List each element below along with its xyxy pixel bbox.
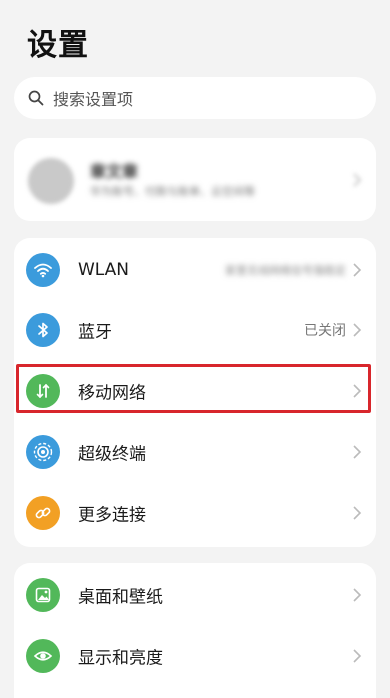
account-subtitle: 华为账号、付款与账单、云空间等 xyxy=(90,185,255,198)
avatar xyxy=(28,158,74,204)
search-bar[interactable]: 搜索设置项 xyxy=(14,77,376,119)
display-card: 桌面和壁纸 显示和亮度 xyxy=(14,563,376,698)
settings-row-label: 桌面和壁纸 xyxy=(78,587,163,608)
settings-row-wallpaper[interactable]: 桌面和壁纸 xyxy=(14,565,376,625)
settings-row-label: 显示和亮度 xyxy=(78,648,163,669)
search-placeholder: 搜索设置项 xyxy=(53,90,134,109)
settings-screen: 设置 搜索设置项 章文章 华为账号、付款与账单、云空间等 WLAN 家里无线网络… xyxy=(0,0,390,698)
settings-row-more-connections[interactable]: 更多连接 xyxy=(14,483,376,543)
settings-row-label: 移动网络 xyxy=(78,383,146,404)
account-card[interactable]: 章文章 华为账号、付款与账单、云空间等 xyxy=(14,138,376,221)
page-title: 设置 xyxy=(27,28,89,63)
eye-icon xyxy=(26,639,60,673)
chevron-right-icon xyxy=(353,173,362,187)
chevron-right-icon xyxy=(353,323,362,337)
settings-row-super-device[interactable]: 超级终端 xyxy=(14,422,376,482)
settings-row-label: 更多连接 xyxy=(78,505,146,526)
settings-row-label: 蓝牙 xyxy=(78,322,112,343)
wlan-network-name: 家里无线网络信号强稳定 xyxy=(225,264,346,277)
settings-row-wlan[interactable]: WLAN 家里无线网络信号强稳定 xyxy=(14,240,376,300)
settings-row-bluetooth[interactable]: 蓝牙 已关闭 xyxy=(14,300,376,360)
mobile-data-icon xyxy=(26,374,60,408)
chevron-right-icon xyxy=(353,263,362,277)
chevron-right-icon xyxy=(353,588,362,602)
account-name: 章文章 xyxy=(90,162,139,181)
super-device-icon xyxy=(26,435,60,469)
chevron-right-icon xyxy=(353,384,362,398)
wallpaper-icon xyxy=(26,578,60,612)
bluetooth-status: 已关闭 xyxy=(304,323,346,339)
chevron-right-icon xyxy=(353,445,362,459)
wifi-icon xyxy=(26,253,60,287)
connections-card: WLAN 家里无线网络信号强稳定 蓝牙 已关闭 移动网络 超级终端 更多连接 xyxy=(14,238,376,547)
settings-row-label: WLAN xyxy=(78,260,130,280)
link-icon xyxy=(26,496,60,530)
chevron-right-icon xyxy=(353,506,362,520)
settings-row-mobile-network[interactable]: 移动网络 xyxy=(14,361,376,421)
bluetooth-icon xyxy=(26,313,60,347)
settings-row-label: 超级终端 xyxy=(78,444,146,465)
search-icon xyxy=(28,90,44,106)
settings-row-display-brightness[interactable]: 显示和亮度 xyxy=(14,626,376,686)
chevron-right-icon xyxy=(353,649,362,663)
